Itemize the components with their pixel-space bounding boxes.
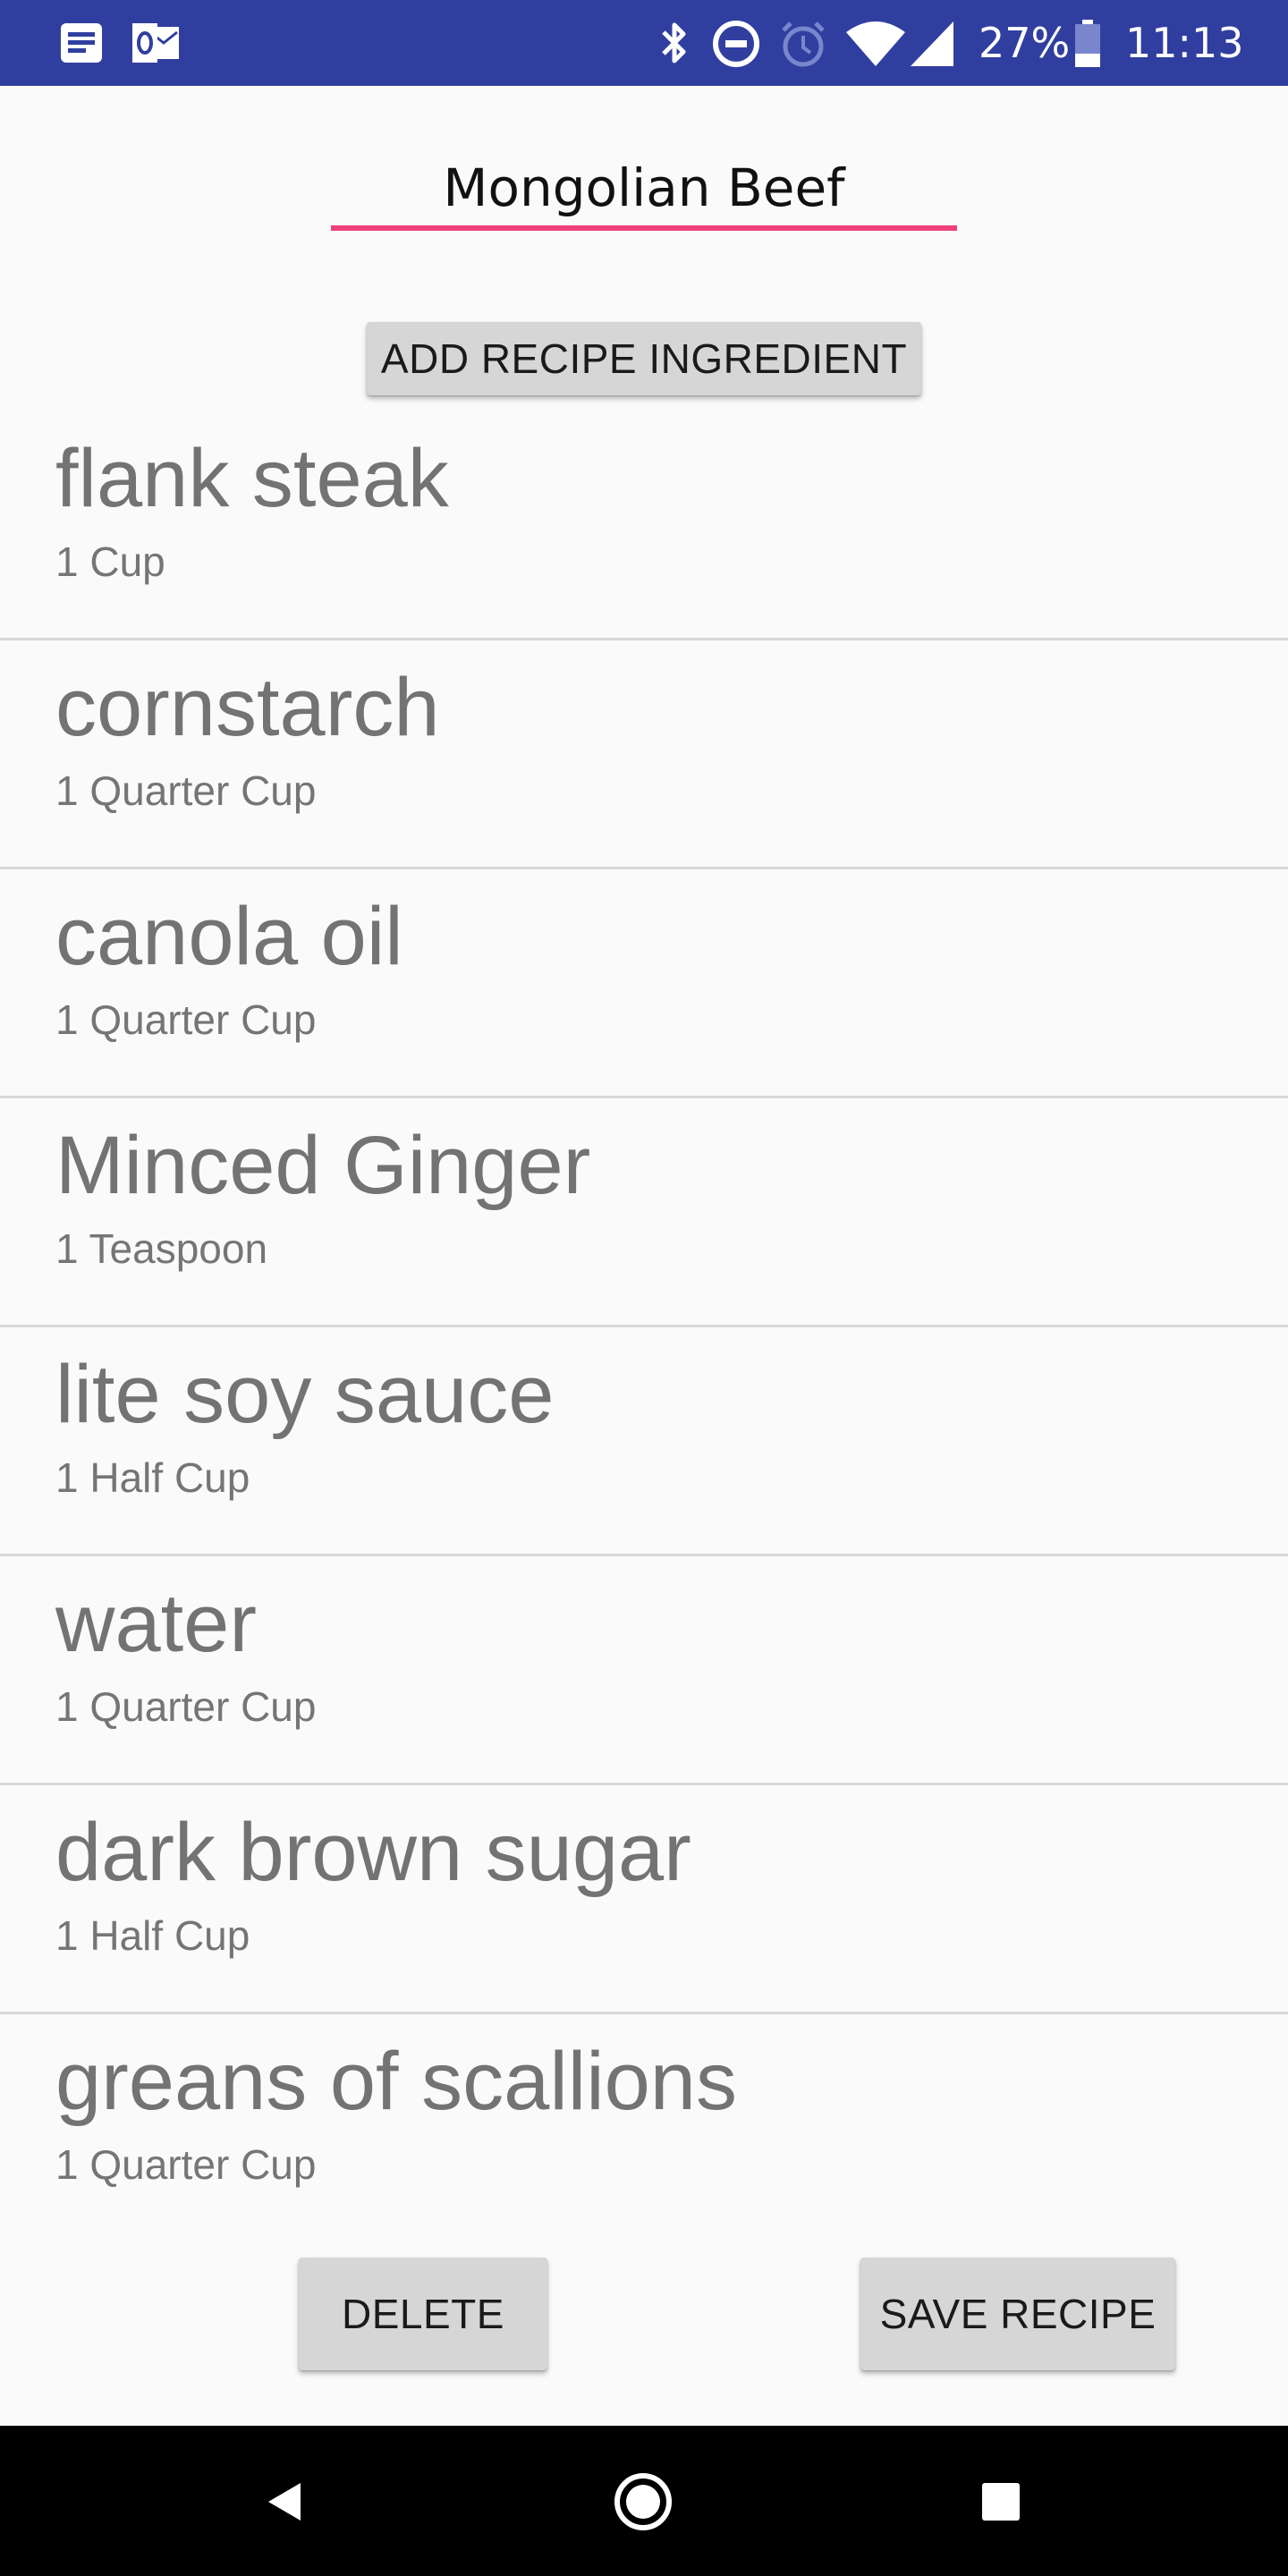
ingredient-quantity: 1 Quarter Cup (55, 996, 317, 1043)
navigation-bar (0, 2426, 1288, 2576)
do-not-disturb-icon (712, 20, 760, 72)
signal-icon (909, 20, 955, 72)
outlook-icon (131, 21, 179, 64)
add-recipe-ingredient-button[interactable]: ADD RECIPE INGREDIENT (367, 322, 921, 395)
recipe-name-underline (331, 225, 957, 231)
ingredient-name: greans of scallions (55, 2036, 737, 2127)
ingredient-quantity: 1 Half Cup (55, 1912, 250, 1959)
recipe-name-field[interactable] (331, 143, 957, 233)
ingredient-quantity: 1 Teaspoon (55, 1225, 268, 1272)
back-icon[interactable] (256, 2470, 318, 2533)
news-icon (59, 21, 104, 64)
ingredient-name: canola oil (55, 891, 403, 982)
ingredient-name: dark brown sugar (55, 1807, 691, 1898)
list-item[interactable]: flank steak 1 Cup (0, 411, 1288, 640)
list-item[interactable]: greans of scallions 1 Quarter Cup (0, 2014, 1288, 2243)
save-recipe-button[interactable]: SAVE RECIPE (860, 2258, 1175, 2370)
battery-icon (1073, 20, 1102, 72)
ingredient-quantity: 1 Quarter Cup (55, 2141, 317, 2188)
recents-icon[interactable] (970, 2470, 1032, 2533)
ingredient-name: water (55, 1578, 257, 1669)
list-item[interactable]: dark brown sugar 1 Half Cup (0, 1785, 1288, 2014)
list-item[interactable]: lite soy sauce 1 Half Cup (0, 1327, 1288, 1556)
status-bar: 27% 11:13 (0, 0, 1288, 86)
ingredient-name: lite soy sauce (55, 1349, 555, 1440)
home-icon[interactable] (612, 2470, 674, 2533)
list-item[interactable]: Minced Ginger 1 Teaspoon (0, 1098, 1288, 1327)
ingredient-quantity: 1 Cup (55, 538, 165, 585)
ingredient-quantity: 1 Quarter Cup (55, 1683, 317, 1730)
delete-button[interactable]: DELETE (299, 2258, 547, 2370)
recipe-name-input[interactable] (331, 152, 957, 224)
bluetooth-icon (657, 20, 692, 70)
list-item[interactable]: canola oil 1 Quarter Cup (0, 869, 1288, 1098)
alarm-icon (778, 20, 828, 73)
ingredient-name: cornstarch (55, 662, 440, 753)
wifi-icon (844, 20, 907, 72)
ingredient-list: flank steak 1 Cup cornstarch 1 Quarter C… (0, 411, 1288, 2243)
battery-percent: 27% (979, 19, 1071, 67)
ingredient-quantity: 1 Half Cup (55, 1454, 250, 1501)
ingredient-name: flank steak (55, 433, 449, 524)
ingredient-name: Minced Ginger (55, 1120, 591, 1211)
clock: 11:13 (1125, 19, 1244, 67)
ingredient-quantity: 1 Quarter Cup (55, 767, 317, 814)
list-item[interactable]: water 1 Quarter Cup (0, 1556, 1288, 1785)
list-item[interactable]: cornstarch 1 Quarter Cup (0, 640, 1288, 869)
